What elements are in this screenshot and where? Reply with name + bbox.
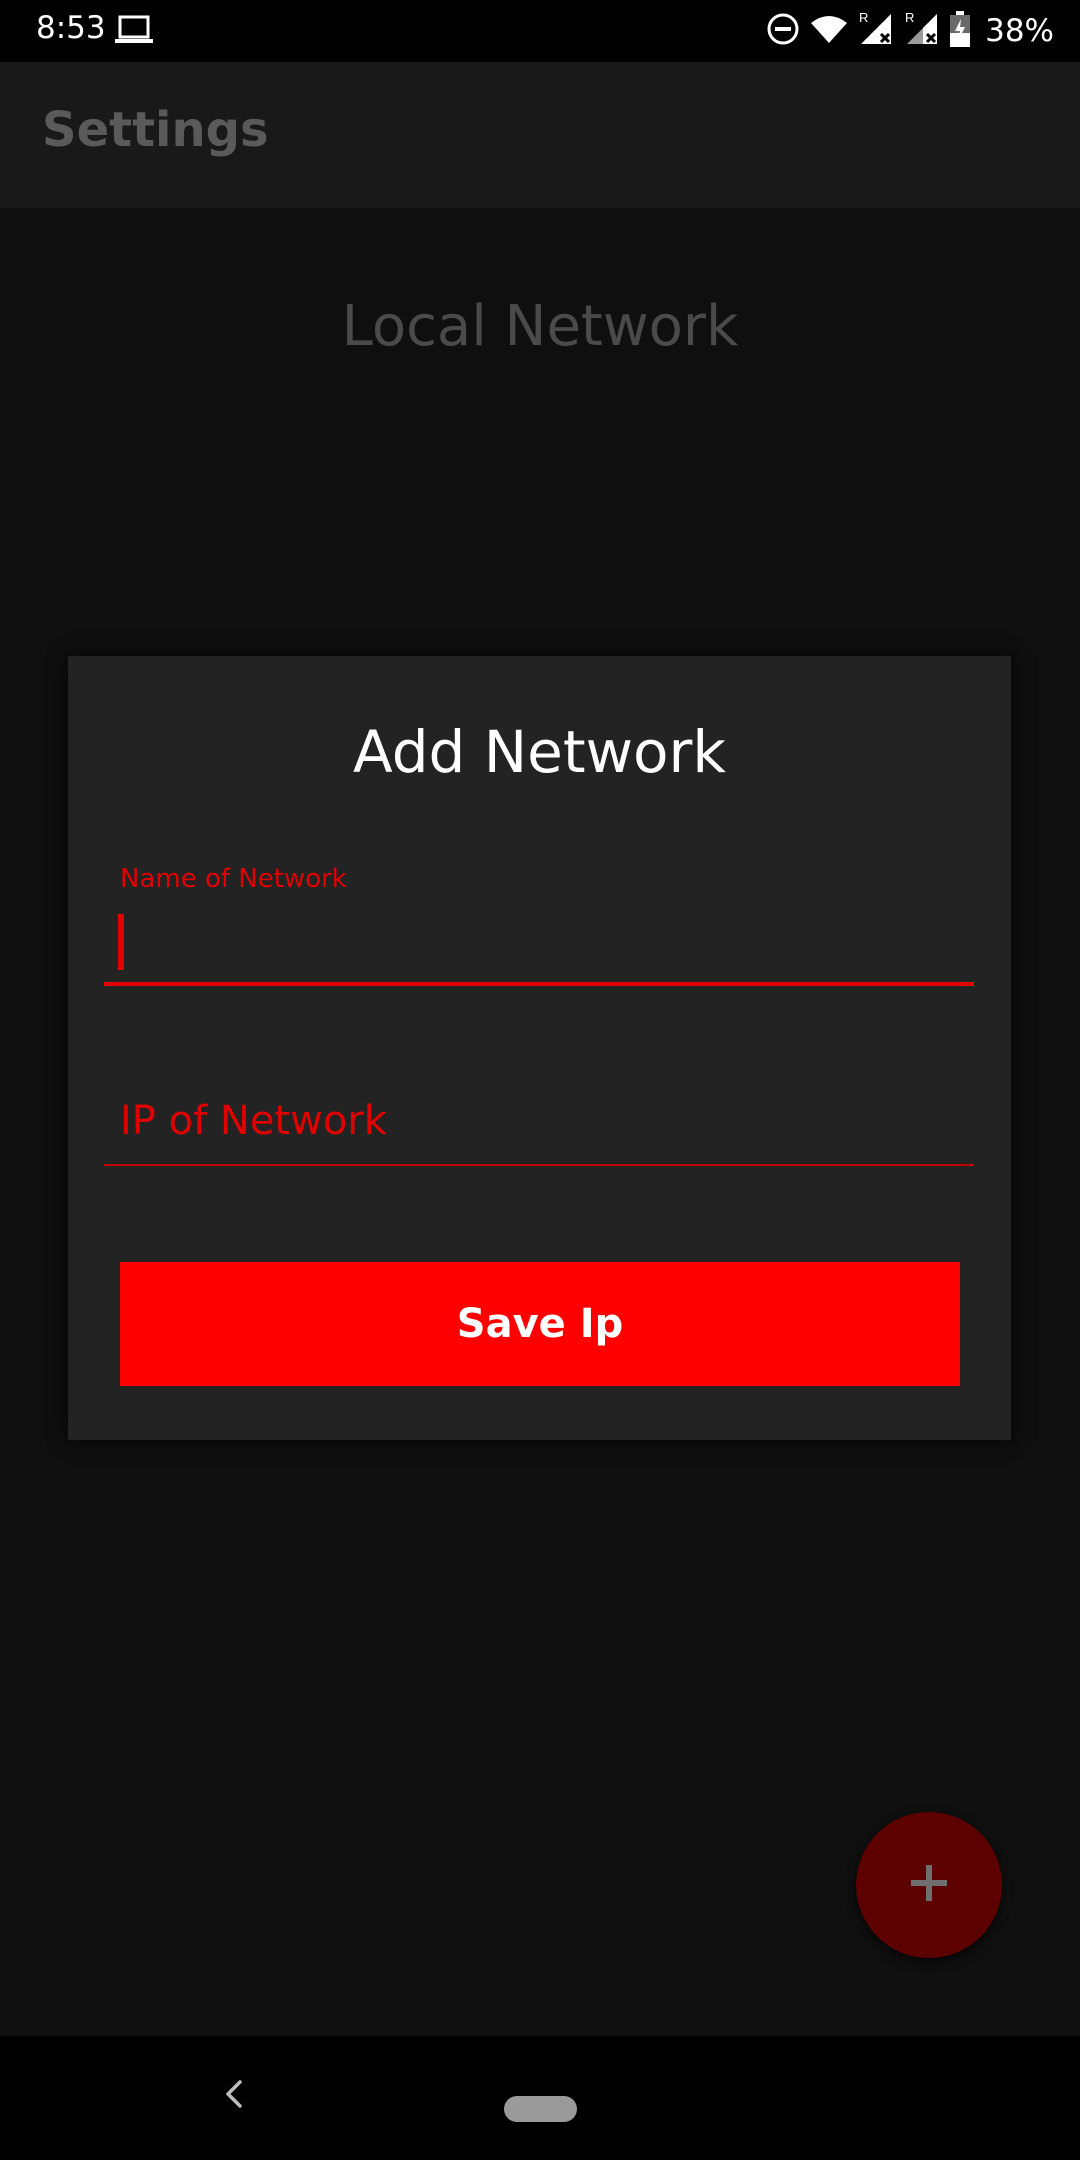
svg-text:R: R [905,10,914,25]
add-network-dialog: Add Network Name of Network IP of Networ… [68,656,1011,1440]
add-network-fab[interactable] [856,1812,1002,1958]
page-title: Settings [42,102,269,158]
network-ip-input[interactable]: IP of Network [104,1086,974,1166]
svg-text:R: R [859,10,868,25]
text-cursor [118,914,124,970]
signal-roaming-icon: R [903,10,941,53]
plus-icon [907,1861,951,1910]
laptop-icon [114,14,154,51]
back-icon[interactable] [222,2078,246,2115]
dnd-icon [765,11,801,52]
status-bar: 8:53 R R 38% [0,0,1080,62]
save-ip-button[interactable]: Save Ip [120,1262,960,1386]
section-heading: Local Network [341,294,739,359]
network-ip-placeholder: IP of Network [120,1098,387,1144]
app-bar: Settings [0,62,1080,208]
status-time: 8:53 [36,10,106,46]
battery-percent: 38% [985,13,1054,49]
signal-roaming-icon: R [857,10,895,53]
dialog-title: Add Network [353,718,726,786]
status-icons: R R 38% [765,10,1054,52]
network-name-input[interactable] [104,906,974,986]
battery-charging-icon [949,10,971,52]
network-name-label: Name of Network [120,864,347,894]
wifi-icon [809,13,849,50]
navigation-bar [0,2036,1080,2160]
home-pill-icon[interactable] [504,2096,577,2122]
